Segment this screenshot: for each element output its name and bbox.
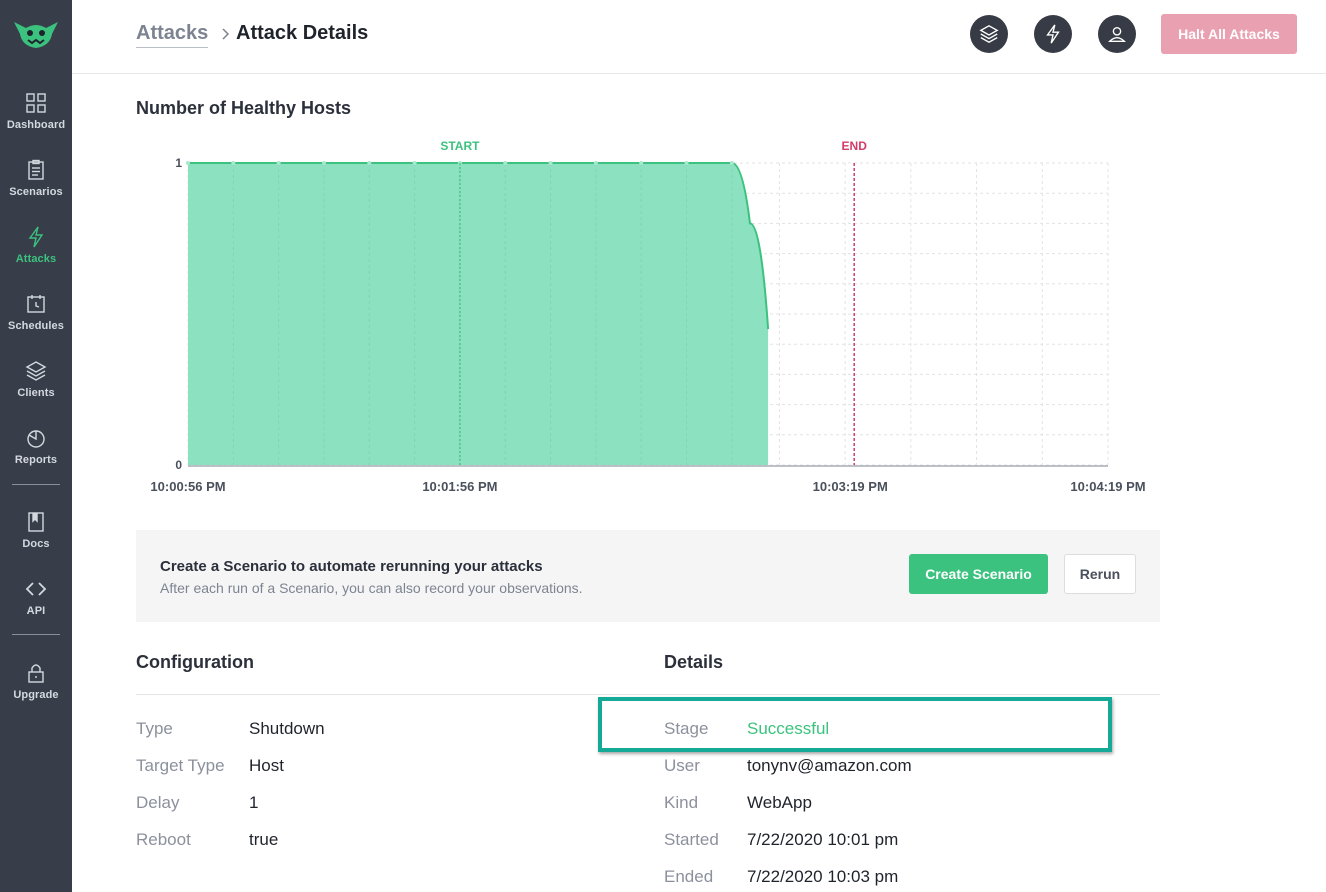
x-tick-label: 10:03:19 PM <box>813 479 888 494</box>
chevron-right-icon <box>222 28 230 40</box>
layers-button[interactable] <box>970 15 1008 53</box>
sidebar-item-docs[interactable]: Docs <box>0 511 72 550</box>
sidebar-item-schedules[interactable]: Schedules <box>0 293 72 332</box>
section-divider <box>136 694 1160 695</box>
create-scenario-button[interactable]: Create Scenario <box>909 554 1048 594</box>
stage-highlight-box <box>598 697 1112 752</box>
lightning-icon <box>28 226 44 248</box>
layers-icon <box>25 361 47 381</box>
detail-value-user: tonynv@amazon.com <box>747 756 912 775</box>
create-scenario-banner: Create a Scenario to automate rerunning … <box>136 530 1160 622</box>
data-point <box>639 161 644 165</box>
sidebar-item-upgrade[interactable]: Upgrade <box>0 662 72 701</box>
sidebar-item-scenarios[interactable]: Scenarios <box>0 159 72 198</box>
sidebar-item-label: Schedules <box>8 320 64 332</box>
sidebar-item-dashboard[interactable]: Dashboard <box>0 92 72 131</box>
configuration-title: Configuration <box>136 652 254 672</box>
x-tick-label: 10:04:19 PM <box>1070 479 1145 494</box>
data-point <box>367 161 372 165</box>
data-point <box>276 161 281 165</box>
breadcrumb-attacks-link[interactable]: Attacks <box>136 22 209 48</box>
pie-chart-icon <box>27 430 45 448</box>
end-marker-label: END <box>842 139 868 153</box>
detail-key-user: User <box>664 756 700 775</box>
y-tick-labels: 10 <box>175 156 182 472</box>
data-point <box>548 161 553 165</box>
data-point <box>186 161 190 165</box>
config-value-delay: 1 <box>249 793 259 812</box>
gremlin-logo-icon[interactable] <box>12 16 60 50</box>
new-attack-button[interactable] <box>1034 15 1072 53</box>
config-value-type: Shutdown <box>249 719 325 738</box>
lightning-icon <box>1046 24 1060 44</box>
detail-key-started: Started <box>664 830 719 849</box>
data-point <box>684 161 689 165</box>
detail-value-kind: WebApp <box>747 793 812 812</box>
healthy-hosts-chart: START END 10 10:00:56 PM 10:01:56 PM 10:03… <box>150 139 1145 494</box>
sidebar: Dashboard Scenarios Attacks Schedules Cl… <box>0 0 72 892</box>
sidebar-item-label: Reports <box>14 454 58 466</box>
dashboard-icon <box>26 93 46 113</box>
sidebar-item-reports[interactable]: Reports <box>0 427 72 466</box>
data-point <box>412 161 417 165</box>
sidebar-item-label: Upgrade <box>13 689 59 701</box>
data-point <box>729 161 734 165</box>
sidebar-divider <box>12 484 60 485</box>
sidebar-item-label: Clients <box>17 387 55 399</box>
sidebar-item-clients[interactable]: Clients <box>0 360 72 399</box>
x-tick-label: 10:00:56 PM <box>150 479 225 494</box>
calendar-clock-icon <box>27 295 45 313</box>
code-icon <box>25 582 47 596</box>
x-tick-label: 10:01:56 PM <box>422 479 497 494</box>
book-icon <box>28 512 44 532</box>
halt-all-attacks-button[interactable]: Halt All Attacks <box>1161 14 1297 54</box>
data-point <box>503 161 508 165</box>
start-marker-label: START <box>440 139 480 153</box>
sidebar-item-attacks[interactable]: Attacks <box>0 226 72 265</box>
sidebar-item-label: Dashboard <box>6 119 66 131</box>
sidebar-item-label: Scenarios <box>9 186 63 198</box>
detail-value-started: 7/22/2020 10:01 pm <box>747 830 899 849</box>
chart-title: Number of Healthy Hosts <box>136 98 352 118</box>
healthy-hosts-area <box>188 163 769 465</box>
lock-icon <box>28 664 44 683</box>
detail-value-ended: 7/22/2020 10:03 pm <box>747 867 899 886</box>
config-key-type: Type <box>136 719 173 738</box>
banner-subtitle: After each run of a Scenario, you can al… <box>160 580 583 596</box>
detail-key-kind: Kind <box>664 793 699 812</box>
rerun-button[interactable]: Rerun <box>1064 554 1136 594</box>
sidebar-item-label: API <box>26 605 46 617</box>
config-key-delay: Delay <box>136 793 180 812</box>
config-key-reboot: Reboot <box>136 830 191 849</box>
config-value-reboot: true <box>249 830 279 849</box>
detail-key-ended: Ended <box>664 867 714 886</box>
sidebar-divider <box>12 634 60 635</box>
page-title: Attack Details <box>236 22 369 44</box>
config-key-target-type: Target Type <box>136 756 225 775</box>
header: Attacks Attack Details Halt All Attacks <box>72 0 1326 74</box>
data-point <box>593 161 598 165</box>
sidebar-item-label: Attacks <box>15 253 57 265</box>
y-tick-label: 0 <box>175 458 182 472</box>
user-menu-button[interactable] <box>1098 15 1136 53</box>
sidebar-item-label: Docs <box>22 538 50 550</box>
y-tick-label: 1 <box>175 156 182 170</box>
details-title: Details <box>664 652 724 672</box>
config-value-target-type: Host <box>249 756 284 775</box>
sidebar-item-api[interactable]: API <box>0 578 72 617</box>
x-tick-labels: 10:00:56 PM 10:01:56 PM 10:03:19 PM 10:04:1… <box>150 479 1145 494</box>
layers-icon <box>979 25 999 43</box>
data-point <box>231 161 236 165</box>
user-icon <box>1108 26 1126 42</box>
clipboard-icon <box>28 159 44 180</box>
banner-title: Create a Scenario to automate rerunning … <box>160 558 543 575</box>
data-point <box>321 161 326 165</box>
